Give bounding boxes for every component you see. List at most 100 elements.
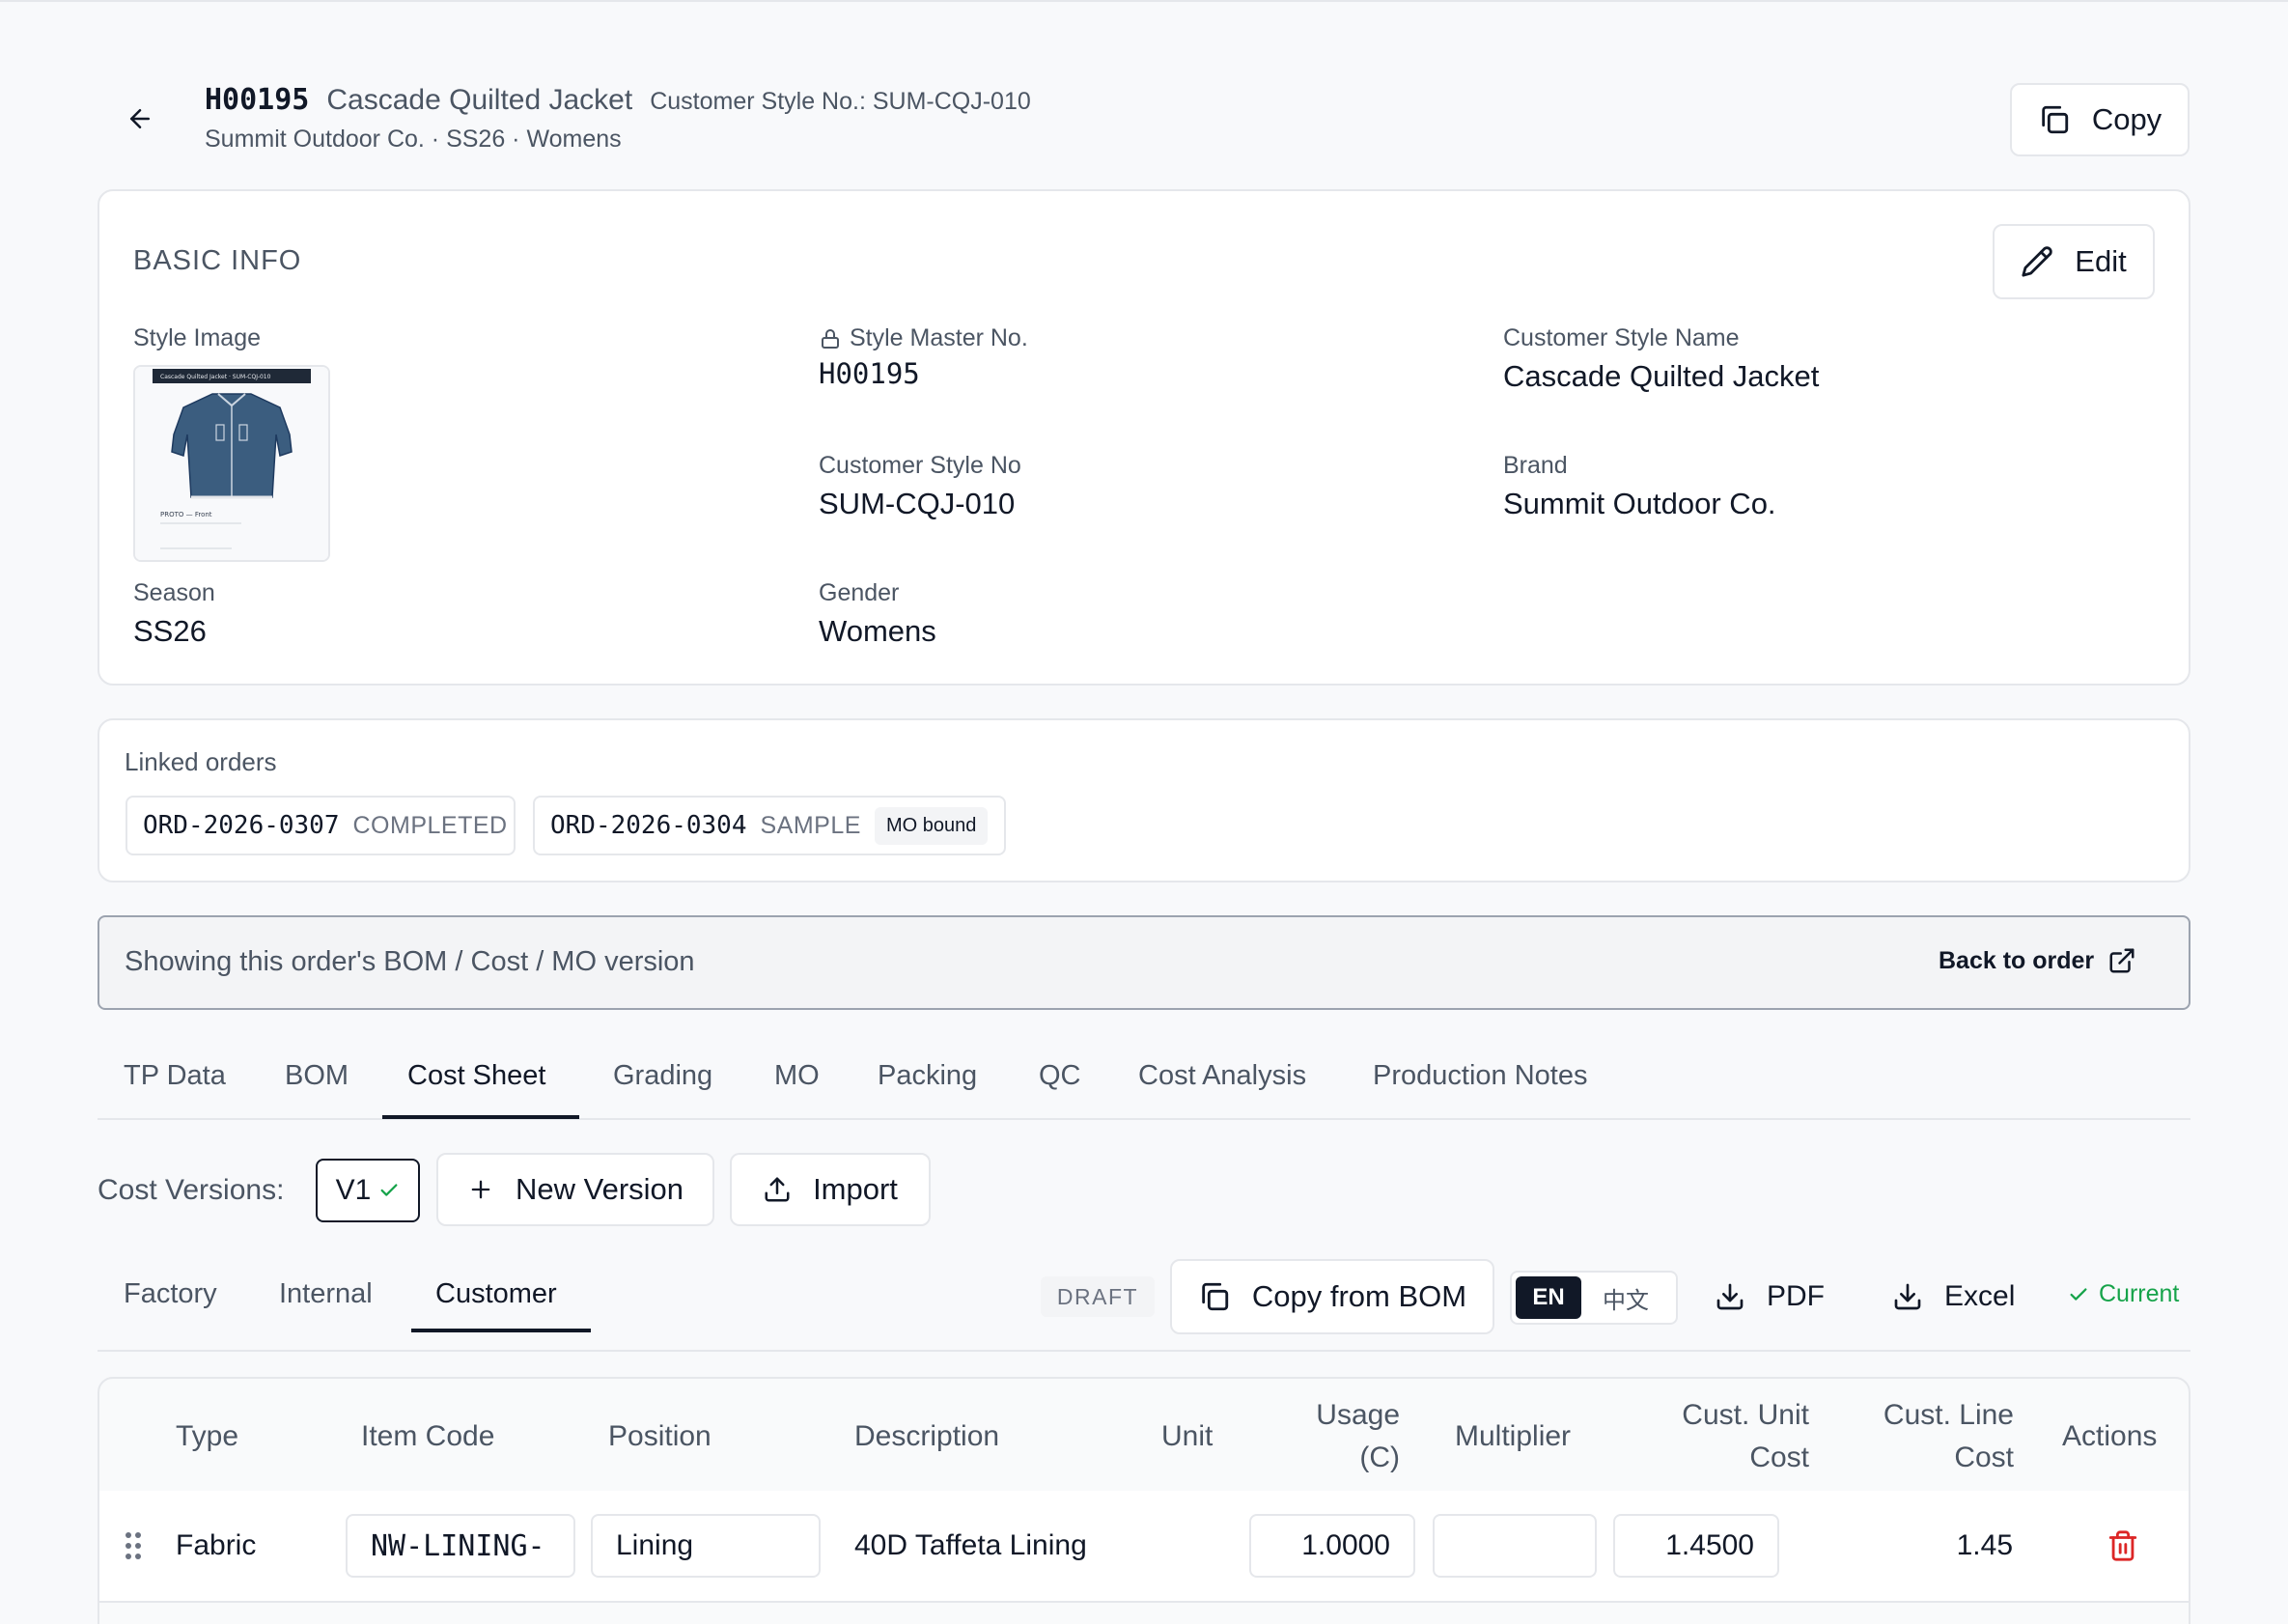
column-header-line-cost: Cust. Line Cost [1846, 1394, 2014, 1479]
tab-production-notes[interactable]: Production Notes [1373, 1060, 1587, 1092]
check-icon [380, 1184, 398, 1196]
tab-mo[interactable]: MO [774, 1060, 820, 1092]
tab-cost-sheet[interactable]: Cost Sheet [407, 1060, 545, 1092]
basic-info-title: BASIC INFO [133, 245, 302, 276]
version-v1-button[interactable]: V1 [316, 1159, 420, 1222]
excel-export-button[interactable]: Excel [1892, 1267, 2015, 1327]
edit-button-label: Edit [2075, 244, 2127, 278]
order-code: ORD-2026-0304 [550, 811, 747, 840]
usage-input[interactable]: 1.0000 [1249, 1514, 1415, 1578]
edit-button[interactable]: Edit [1993, 224, 2155, 299]
tab-tp-data[interactable]: TP Data [124, 1060, 226, 1092]
column-header-actions: Actions [2062, 1420, 2158, 1452]
download-icon [1716, 1283, 1744, 1310]
trash-icon[interactable] [2107, 1529, 2139, 1562]
style-code: H00195 [205, 83, 310, 117]
subtab-customer[interactable]: Customer [435, 1278, 557, 1310]
linked-orders-title: Linked orders [125, 747, 277, 776]
column-header-position: Position [608, 1420, 712, 1452]
active-tab-indicator [382, 1115, 579, 1119]
style-master-no-label: Style Master No. [819, 324, 1028, 352]
customer-style-no-value: SUM-CQJ-010 [819, 487, 1016, 520]
lock-icon [822, 328, 839, 349]
customer-style-number: Customer Style No.: SUM-CQJ-010 [650, 88, 1031, 115]
copy-button[interactable]: Copy [2010, 83, 2190, 156]
style-master-no-label-text: Style Master No. [850, 324, 1028, 351]
unit-cost-input[interactable]: 1.4500 [1613, 1514, 1779, 1578]
copy-button-label: Copy [2091, 102, 2162, 136]
column-header-multiplier: Multiplier [1455, 1420, 1572, 1452]
copy-from-bom-button[interactable]: Copy from BOM [1170, 1259, 1494, 1334]
column-header-description: Description [854, 1420, 1000, 1452]
table-row: Fabric NW-LINING- Lining 40D Taffeta Lin… [99, 1491, 2189, 1603]
download-icon [1894, 1283, 1921, 1310]
customer-style-name-label: Customer Style Name [1503, 324, 1740, 351]
style-name: Cascade Quilted Jacket [326, 84, 633, 116]
cost-versions-label: Cost Versions: [98, 1174, 285, 1206]
tab-cost-analysis[interactable]: Cost Analysis [1138, 1060, 1306, 1092]
column-header-usage: Usage (C) [1255, 1394, 1400, 1479]
tab-qc[interactable]: QC [1039, 1060, 1081, 1092]
thumbnail-caption-bottom: PROTO — Front [160, 511, 212, 518]
cell-description: 40D Taffeta Lining [854, 1529, 1087, 1561]
check-icon [2070, 1287, 2087, 1301]
language-toggle: EN 中文 [1510, 1271, 1678, 1325]
pdf-label: PDF [1767, 1280, 1825, 1312]
column-header-line-cost-line2: Cost [1954, 1442, 2014, 1473]
column-header-unit-cost-line1: Cust. Unit [1682, 1399, 1809, 1431]
subtab-factory[interactable]: Factory [124, 1278, 217, 1310]
multiplier-input[interactable] [1433, 1514, 1597, 1578]
column-header-unit-cost-line2: Cost [1749, 1442, 1809, 1473]
back-button[interactable] [118, 97, 162, 141]
import-button[interactable]: Import [730, 1153, 931, 1226]
style-image[interactable]: Cascade Quilted Jacket · SUM-CQJ-010 PRO… [133, 365, 330, 562]
order-code: ORD-2026-0307 [143, 811, 340, 840]
version-v1-label: V1 [335, 1174, 372, 1206]
basic-info-card [98, 189, 2190, 686]
gender-label: Gender [819, 579, 900, 606]
tab-bom[interactable]: BOM [285, 1060, 349, 1092]
drag-handle-icon[interactable] [125, 1531, 142, 1560]
lang-en-option[interactable]: EN [1516, 1276, 1581, 1319]
order-status: SAMPLE [760, 811, 861, 839]
pdf-export-button[interactable]: PDF [1715, 1267, 1825, 1327]
lang-zh-option[interactable]: 中文 [1587, 1276, 1664, 1319]
plus-icon [471, 1180, 490, 1199]
column-header-unit-cost: Cust. Unit Cost [1641, 1394, 1809, 1479]
column-header-unit: Unit [1161, 1420, 1214, 1452]
linked-order-chip[interactable]: ORD-2026-0304 SAMPLE MO bound [533, 796, 1006, 855]
external-link-icon [2109, 948, 2135, 973]
tab-grading[interactable]: Grading [613, 1060, 712, 1092]
active-subtab-indicator [411, 1329, 591, 1332]
new-version-button[interactable]: New Version [436, 1153, 714, 1226]
import-label: Import [813, 1172, 898, 1206]
current-label: Current [2099, 1280, 2180, 1307]
item-code-input[interactable]: NW-LINING- [346, 1514, 575, 1578]
current-indicator: Current [2068, 1280, 2179, 1308]
back-to-order-link[interactable]: Back to order [1939, 946, 2136, 975]
page-subtitle: Summit Outdoor Co. · SS26 · Womens [205, 126, 622, 153]
customer-style-name-value: Cascade Quilted Jacket [1503, 359, 1820, 393]
thumbnail-caption-top: Cascade Quilted Jacket · SUM-CQJ-010 [160, 374, 271, 380]
arrow-left-icon [130, 109, 150, 128]
style-master-no-value: H00195 [819, 357, 920, 390]
season-label: Season [133, 579, 215, 606]
cell-line-cost: 1.45 [1956, 1529, 2013, 1561]
back-to-order-label: Back to order [1939, 946, 2095, 974]
mo-bound-badge: MO bound [874, 806, 989, 845]
excel-label: Excel [1944, 1280, 2016, 1312]
status-badge: DRAFT [1041, 1276, 1155, 1317]
page-title: H00195 Cascade Quilted Jacket Customer S… [205, 83, 1031, 117]
subtab-internal[interactable]: Internal [279, 1278, 373, 1310]
brand-label: Brand [1503, 452, 1568, 479]
column-header-usage-line1: Usage [1316, 1399, 1400, 1431]
linked-order-chip[interactable]: ORD-2026-0307 COMPLETED [126, 796, 516, 855]
position-input[interactable]: Lining [591, 1514, 821, 1578]
tab-packing[interactable]: Packing [878, 1060, 977, 1092]
season-value: SS26 [133, 614, 207, 648]
order-status: COMPLETED [352, 811, 508, 839]
brand-value: Summit Outdoor Co. [1503, 487, 1776, 520]
style-image-label: Style Image [133, 324, 262, 351]
new-version-label: New Version [515, 1172, 684, 1206]
upload-icon [765, 1177, 790, 1202]
